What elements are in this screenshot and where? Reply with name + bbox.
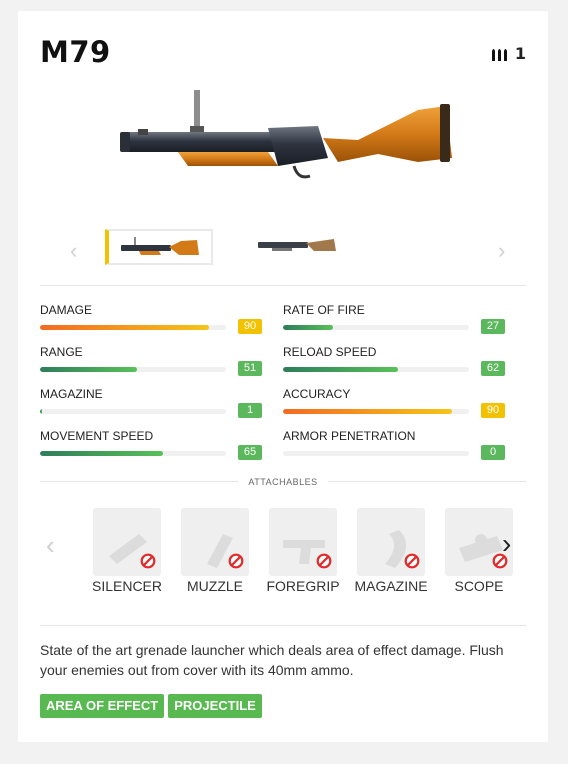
stat-bar-fill [40, 367, 137, 372]
stat-value-badge: 90 [481, 403, 505, 418]
stat-label: DAMAGE [40, 303, 93, 317]
thumb-next-arrow[interactable]: › [498, 238, 505, 264]
weapon-thumbnail-image [258, 239, 336, 251]
divider [40, 285, 526, 286]
stat-value-badge: 27 [481, 319, 505, 334]
stat-bar [40, 325, 226, 330]
stat-bar-fill [283, 409, 453, 414]
attachment-slot-box [269, 508, 337, 576]
ammo-indicator: 1 [491, 44, 526, 63]
stat-label: ACCURACY [283, 387, 351, 401]
stat-rate-of-fire: RATE OF FIRE 27 [283, 303, 505, 339]
stat-bar [283, 451, 469, 456]
thumbnail-carousel: ‹ › [58, 226, 508, 276]
stat-bar-fill [283, 325, 334, 330]
stat-value-badge: 65 [238, 445, 262, 460]
attachment-slot-muzzle[interactable]: MUZZLE [180, 508, 250, 603]
not-available-icon [228, 553, 244, 569]
attachment-label: MAGAZINE [354, 578, 428, 594]
stat-label: MAGAZINE [40, 387, 103, 401]
attachment-slot-box [181, 508, 249, 576]
stat-bar [283, 325, 469, 330]
stat-bar [283, 367, 469, 372]
stat-label: MOVEMENT SPEED [40, 429, 154, 443]
stat-bar [40, 409, 226, 414]
attachables-next-arrow[interactable]: › [502, 528, 511, 560]
thumb-prev-arrow[interactable]: ‹ [70, 238, 77, 264]
weapon-image [120, 90, 452, 179]
stat-range: RANGE 51 [40, 345, 262, 381]
ammo-count: 1 [514, 44, 526, 63]
stat-damage: DAMAGE 90 [40, 303, 262, 339]
stat-label: RANGE [40, 345, 83, 359]
stat-accuracy: ACCURACY 90 [283, 387, 505, 423]
weapon-description: State of the art grenade launcher which … [40, 642, 504, 678]
stat-label: RATE OF FIRE [283, 303, 365, 317]
stat-reload-speed: RELOAD SPEED 62 [283, 345, 505, 381]
not-available-icon [140, 553, 156, 569]
stat-label: RELOAD SPEED [283, 345, 377, 359]
attachment-label: MUZZLE [187, 578, 243, 594]
thumbnail-2[interactable] [248, 229, 356, 265]
thumbnail-1[interactable] [105, 229, 213, 265]
attachment-label: FOREGRIP [266, 578, 340, 594]
stat-bar [40, 451, 226, 456]
stat-bar [283, 409, 469, 414]
attachables-carousel: ‹ SILENCER MUZZLE FOREGRIP MAGAZINE SCOPE › [40, 508, 526, 603]
divider [40, 625, 526, 626]
weapon-name: M79 [40, 35, 111, 69]
stat-value-badge: 1 [238, 403, 262, 418]
stat-value-badge: 0 [481, 445, 505, 460]
weapon-card: M79 1 ‹ › DAMAGE 90 RATE OF FIRE 27 RANG… [18, 11, 548, 742]
stat-bar-fill [283, 367, 399, 372]
attachment-slot-magazine[interactable]: MAGAZINE [354, 508, 428, 603]
not-available-icon [316, 553, 332, 569]
tag-projectile: PROJECTILE [168, 694, 262, 718]
attachment-slot-foregrip[interactable]: FOREGRIP [266, 508, 340, 603]
stat-movement-speed: MOVEMENT SPEED 65 [40, 429, 262, 465]
stat-label: ARMOR PENETRATION [283, 429, 416, 443]
stat-value-badge: 62 [481, 361, 505, 376]
stat-value-badge: 90 [238, 319, 262, 334]
attachables-title: ATTACHABLES [238, 477, 328, 487]
attachment-label: SCOPE [454, 578, 504, 594]
stat-magazine: MAGAZINE 1 [40, 387, 262, 423]
stat-bar-fill [40, 325, 210, 330]
bullets-icon [491, 48, 507, 61]
stat-bar-fill [40, 409, 42, 414]
stat-value-badge: 51 [238, 361, 262, 376]
weapon-thumbnail-image [121, 237, 199, 255]
not-available-icon [404, 553, 420, 569]
stat-armor-penetration: ARMOR PENETRATION 0 [283, 429, 505, 465]
tag-list: AREA OF EFFECT PROJECTILE [40, 694, 262, 718]
attachment-label: SILENCER [91, 578, 163, 594]
attachables-prev-arrow[interactable]: ‹ [46, 530, 55, 561]
attachment-slot-silencer[interactable]: SILENCER [92, 508, 162, 603]
stat-bar [40, 367, 226, 372]
stat-bar-fill [40, 451, 163, 456]
attachment-slot-box [93, 508, 161, 576]
tag-area-of-effect: AREA OF EFFECT [40, 694, 165, 718]
attachment-slot-box [357, 508, 425, 576]
